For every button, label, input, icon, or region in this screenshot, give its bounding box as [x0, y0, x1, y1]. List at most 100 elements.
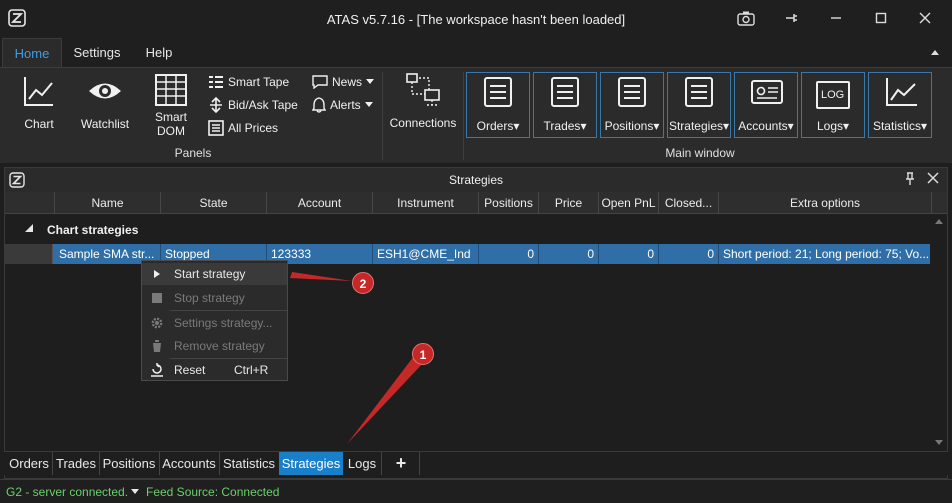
- bid-ask-tape-button[interactable]: Bid/Ask Tape: [208, 95, 298, 115]
- all-prices-button[interactable]: All Prices: [208, 118, 278, 138]
- accounts-window-button[interactable]: Accounts▾: [734, 72, 798, 138]
- chart-button[interactable]: Chart: [14, 74, 64, 131]
- server-status: G2 - server connected.: [6, 485, 129, 499]
- positions-icon: [618, 77, 646, 107]
- news-icon: [312, 75, 328, 89]
- column-header-name[interactable]: Name: [55, 192, 161, 214]
- cell-positions: 0: [479, 244, 539, 264]
- news-button[interactable]: News: [312, 72, 375, 92]
- bottom-tab-trades[interactable]: Trades: [54, 452, 98, 475]
- menu-item-settings-strategy[interactable]: Settings strategy...: [142, 312, 287, 334]
- menu-item-start-strategy[interactable]: Start strategy: [142, 263, 287, 285]
- column-header-marker: [5, 192, 55, 214]
- collapse-ribbon-icon[interactable]: [930, 48, 940, 56]
- smart-dom-button[interactable]: Smart DOM: [146, 74, 196, 138]
- tab-settings[interactable]: Settings: [66, 38, 128, 68]
- group-name: Chart strategies: [47, 223, 139, 237]
- bottom-tab-orders[interactable]: Orders: [7, 452, 51, 475]
- all-prices-label: All Prices: [228, 121, 279, 135]
- orders-icon: [484, 77, 512, 107]
- vertical-scrollbar[interactable]: [933, 216, 945, 448]
- all-prices-icon: [208, 120, 224, 136]
- group-row-chart-strategies[interactable]: Chart strategies: [5, 219, 930, 241]
- menu-label: Start strategy: [174, 267, 246, 281]
- column-header-instrument[interactable]: Instrument: [373, 192, 479, 214]
- tab-separator: [99, 452, 100, 475]
- trades-icon: [551, 77, 579, 107]
- column-header-state[interactable]: State: [161, 192, 267, 214]
- menu-label: Settings strategy...: [174, 316, 273, 330]
- strategies-grid-header: Name State Account Instrument Positions …: [5, 192, 947, 214]
- column-header-account[interactable]: Account: [267, 192, 373, 214]
- scroll-down-icon[interactable]: [935, 440, 943, 446]
- cell-price: 0: [539, 244, 599, 264]
- menu-label: Remove strategy: [174, 339, 265, 353]
- menu-item-reset[interactable]: Reset Ctrl+R: [142, 359, 287, 381]
- connections-label: Connections: [389, 116, 457, 130]
- screenshot-button[interactable]: [735, 8, 757, 28]
- smart-tape-label: Smart Tape: [228, 75, 290, 89]
- pin-icon[interactable]: [905, 172, 915, 186]
- pin-window-button[interactable]: [780, 8, 802, 28]
- minimize-icon: [831, 17, 841, 19]
- chevron-down-icon: [366, 79, 375, 84]
- chevron-down-icon: [364, 102, 373, 107]
- strategies-panel-title: Strategies: [448, 173, 504, 187]
- alerts-button[interactable]: Alerts: [312, 95, 373, 115]
- main-window-group-label: Main window: [665, 146, 735, 160]
- tab-separator: [381, 452, 382, 475]
- watchlist-label: Watchlist: [80, 117, 130, 131]
- close-window-button[interactable]: [914, 8, 936, 28]
- trades-window-button[interactable]: Trades▾: [533, 72, 597, 138]
- menu-item-remove-strategy[interactable]: Remove strategy: [142, 335, 287, 357]
- ribbon-separator: [463, 72, 464, 160]
- close-icon[interactable]: [927, 172, 939, 184]
- connections-button[interactable]: Connections: [386, 72, 460, 130]
- cell-open-pnl: 0: [599, 244, 659, 264]
- scroll-up-icon[interactable]: [935, 218, 943, 224]
- play-icon: [154, 270, 160, 278]
- ribbon-separator: [382, 72, 383, 160]
- column-header-extra-options[interactable]: Extra options: [719, 192, 932, 214]
- bottom-tab-logs[interactable]: Logs: [345, 452, 379, 475]
- column-header-open-pnl[interactable]: Open PnL: [599, 192, 659, 214]
- add-tab-button[interactable]: +: [384, 452, 418, 475]
- orders-label: Orders▾: [476, 119, 520, 133]
- id-card-icon: [751, 80, 783, 104]
- tab-separator: [52, 452, 53, 475]
- accounts-label: Accounts▾: [738, 119, 794, 133]
- bottom-tab-statistics[interactable]: Statistics: [221, 452, 277, 475]
- orders-window-button[interactable]: Orders▾: [466, 72, 530, 138]
- logs-window-button[interactable]: LOG Logs▾: [801, 72, 865, 138]
- alerts-label: Alerts: [330, 98, 361, 112]
- maximize-button[interactable]: [870, 8, 892, 28]
- bottom-tab-accounts[interactable]: Accounts: [161, 452, 217, 475]
- chart-label: Chart: [24, 117, 54, 131]
- statistics-window-button[interactable]: Statistics▾: [868, 72, 932, 138]
- close-icon: [919, 12, 931, 24]
- bottom-tab-strategies[interactable]: Strategies: [279, 452, 343, 475]
- bottom-tab-positions[interactable]: Positions: [101, 452, 157, 475]
- statistics-chart-icon: [886, 78, 917, 106]
- minimize-button[interactable]: [825, 8, 847, 28]
- positions-window-button[interactable]: Positions▾: [600, 72, 664, 138]
- camera-icon: [737, 11, 755, 26]
- strategies-icon: [685, 77, 713, 107]
- window-title: ATAS v5.7.16 - [The workspace hasn't bee…: [326, 12, 626, 27]
- menu-shortcut: Ctrl+R: [234, 363, 269, 377]
- tab-help[interactable]: Help: [134, 38, 184, 68]
- collapse-triangle-icon[interactable]: [25, 224, 33, 232]
- column-header-positions[interactable]: Positions: [479, 192, 539, 214]
- smart-dom-label: Smart DOM: [154, 110, 187, 138]
- watchlist-button[interactable]: Watchlist: [76, 74, 134, 131]
- column-header-price[interactable]: Price: [539, 192, 599, 214]
- positions-label: Positions▾: [604, 119, 660, 133]
- tab-home[interactable]: Home: [2, 38, 62, 68]
- smart-tape-button[interactable]: Smart Tape: [208, 72, 289, 92]
- strategies-window-button[interactable]: Strategies▾: [667, 72, 731, 138]
- menu-item-stop-strategy[interactable]: Stop strategy: [142, 287, 287, 309]
- menu-separator: [170, 310, 287, 311]
- chevron-down-icon[interactable]: [131, 489, 139, 495]
- column-header-closed[interactable]: Closed...: [659, 192, 719, 214]
- panels-group-label: Panels: [174, 146, 212, 160]
